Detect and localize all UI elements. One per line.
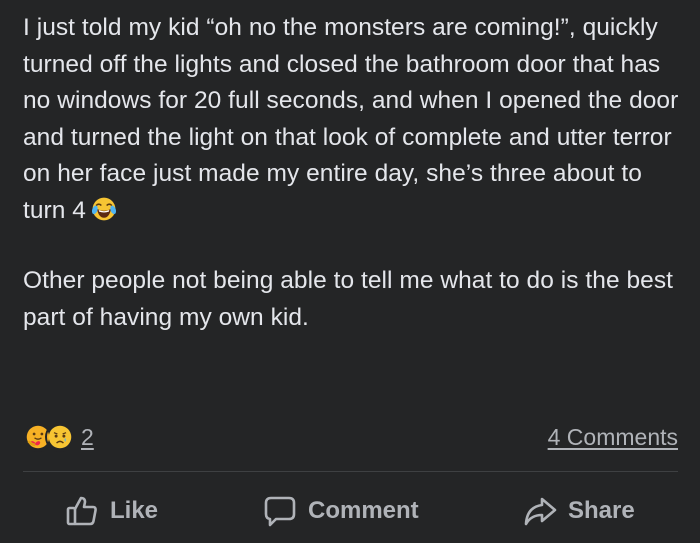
thumbs-up-icon <box>66 496 97 526</box>
tears-of-joy-emoji <box>91 197 117 220</box>
action-divider <box>23 471 678 472</box>
speech-bubble-icon <box>264 496 296 527</box>
post-body: I just told my kid “oh no the monsters a… <box>23 10 688 336</box>
share-button[interactable]: Share <box>522 484 635 538</box>
reactions-summary[interactable]: 2 <box>23 422 94 452</box>
post-action-bar: Like Comment Share <box>0 484 700 538</box>
reaction-count[interactable]: 2 <box>81 424 94 451</box>
comment-label: Comment <box>308 497 419 524</box>
share-label: Share <box>568 497 635 524</box>
like-label: Like <box>110 497 159 524</box>
like-button[interactable]: Like <box>64 484 158 538</box>
share-arrow-icon <box>524 497 557 526</box>
post-card: I just told my kid “oh no the monsters a… <box>0 0 700 543</box>
comment-button[interactable]: Comment <box>262 484 419 538</box>
comments-count-link[interactable]: 4 Comments <box>548 424 678 451</box>
post-paragraph-1: I just told my kid “oh no the monsters a… <box>23 10 688 229</box>
post-stats-bar: 2 4 Comments <box>23 420 678 454</box>
sad-reaction-icon <box>45 422 75 452</box>
post-paragraph-2: Other people not being able to tell me w… <box>23 267 673 331</box>
post-paragraph-1-text: I just told my kid “oh no the monsters a… <box>23 14 679 224</box>
